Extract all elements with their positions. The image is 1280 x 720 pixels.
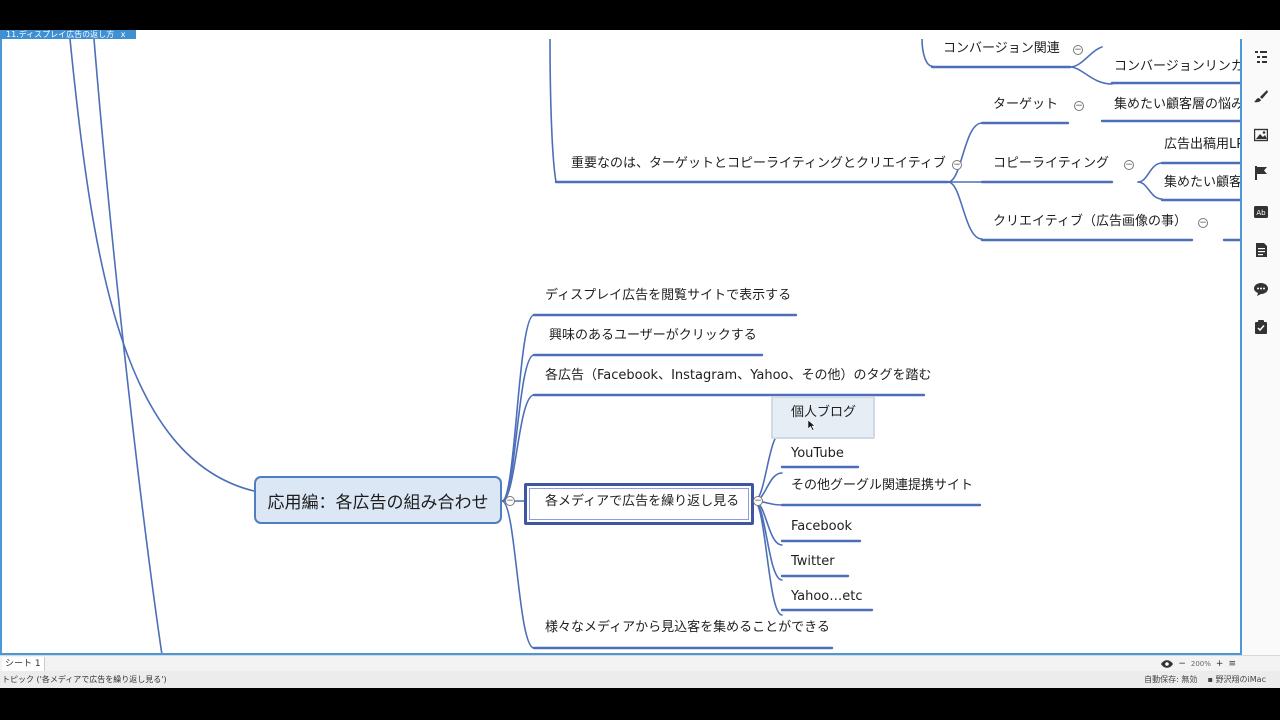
mindmap-app: 11.ディスプレイ広告の返し方 x コンバージョン関連 − コンバージョンリン … (0, 30, 1280, 688)
topic-conversion-linker[interactable]: コンバージョンリンカー (1114, 58, 1240, 76)
media-twitter[interactable]: Twitter (791, 553, 835, 571)
topic-conversion[interactable]: コンバージョン関連 (943, 40, 1060, 58)
current-topic-label: トピック ('各メディアで広告を繰り返し見る') (2, 675, 167, 684)
zoom-controls: − 200% + ≡ (1161, 657, 1236, 671)
subtopic-repeat[interactable]: 各メディアで広告を繰り返し見る (545, 493, 739, 511)
central-topic-label: 応用編：各広告の組み合わせ (267, 492, 489, 513)
subtopic-click[interactable]: 興味のあるユーザーがクリックする (549, 327, 757, 345)
sheet-tab[interactable]: シート 1 (2, 657, 45, 671)
media-youtube[interactable]: YouTube (791, 445, 844, 463)
cursor-icon (808, 420, 816, 431)
media-yahoo[interactable]: Yahoo…etc (791, 588, 863, 606)
flag-icon[interactable] (1254, 166, 1268, 180)
collapse-icon[interactable]: − (1124, 160, 1134, 170)
zoom-out-button[interactable]: − (1178, 659, 1186, 669)
mindmap-canvas[interactable]: コンバージョン関連 − コンバージョンリンカー ターゲット − 集めたい顧客層の… (0, 39, 1242, 655)
media-facebook[interactable]: Facebook (791, 518, 852, 536)
collapse-icon[interactable]: − (753, 496, 763, 506)
media-google[interactable]: その他グーグル関連提携サイト (791, 477, 973, 495)
autosave-status: 自動保存: 無効 (1144, 675, 1198, 684)
topic-creative[interactable]: クリエイティブ（広告画像の事） (993, 213, 1187, 231)
note-icon[interactable] (1254, 243, 1268, 257)
comment-icon[interactable] (1254, 282, 1268, 296)
topic-important[interactable]: 重要なのは、ターゲットとコピーライティングとクリエイティブ (571, 155, 946, 173)
collapse-icon[interactable]: − (952, 160, 962, 170)
collapse-icon[interactable]: − (1198, 218, 1208, 228)
topic-copywriting[interactable]: コピーライティング (993, 155, 1109, 173)
topic-ad-lp[interactable]: 広告出稿用LP (1164, 136, 1240, 154)
subtopic-tags[interactable]: 各広告（Facebook、Instagram、Yahoo、その他）のタグを踏む (545, 367, 931, 385)
zoom-in-button[interactable]: + (1216, 659, 1224, 669)
task-icon[interactable] (1254, 320, 1268, 334)
topic-target-pain[interactable]: 集めたい顧客層の悩み (1114, 96, 1240, 114)
right-toolbar: Ab (1242, 30, 1280, 655)
device-icon: ▪ (1207, 675, 1214, 684)
eye-icon[interactable] (1161, 660, 1174, 668)
image-icon[interactable] (1254, 128, 1268, 142)
collapse-icon[interactable]: − (1073, 45, 1083, 55)
collapse-icon[interactable]: − (1074, 101, 1084, 111)
close-tab-icon[interactable]: x (121, 30, 126, 39)
topic-info-bar: トピック ('各メディアで広告を繰り返し見る') 自動保存: 無効 ▪ 野沢翔の… (0, 671, 1280, 688)
zoom-level: 200% (1190, 660, 1211, 668)
collapse-icon[interactable]: − (505, 496, 515, 506)
curve-to-central (69, 39, 255, 492)
brush-icon[interactable] (1254, 89, 1268, 103)
connector-lines (69, 39, 1240, 653)
curve-lower (93, 39, 163, 653)
document-tab[interactable]: 11.ディスプレイ広告の返し方 x (0, 30, 136, 39)
save-status: 自動保存: 無効 ▪ 野沢翔のiMac (1144, 671, 1266, 688)
subtopic-display[interactable]: ディスプレイ広告を閲覧サイトで表示する (545, 287, 791, 305)
menu-icon[interactable]: ≡ (1228, 659, 1236, 669)
topic-customer[interactable]: 集めたい顧客層 (1164, 174, 1240, 192)
svg-text:Ab: Ab (1256, 209, 1266, 217)
document-tab-title: 11.ディスプレイ広告の返し方 (6, 30, 115, 39)
outline-icon[interactable] (1254, 50, 1268, 64)
trunk-top (549, 39, 557, 183)
media-blog[interactable]: 個人ブログ (791, 404, 856, 422)
status-bar: シート 1 − 200% + ≡ (0, 655, 1280, 671)
subtopic-gather[interactable]: 様々なメディアから見込客を集めることができる (545, 619, 830, 637)
device-name: 野沢翔のiMac (1215, 675, 1266, 684)
text-label-icon[interactable]: Ab (1254, 205, 1268, 219)
topic-target[interactable]: ターゲット (993, 96, 1058, 114)
central-topic[interactable]: 応用編：各広告の組み合わせ (254, 476, 502, 524)
